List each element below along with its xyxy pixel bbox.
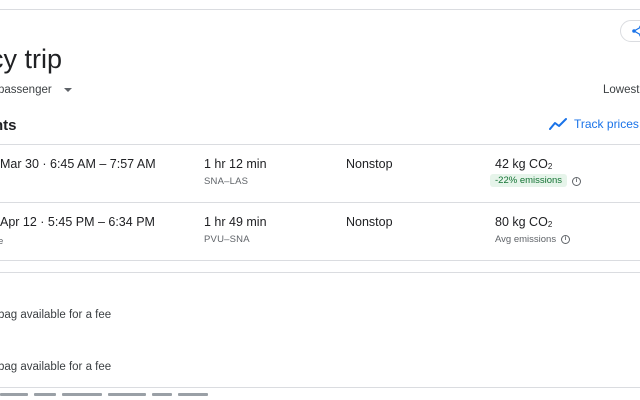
caret-down-icon — [63, 88, 72, 92]
share-icon — [632, 25, 640, 37]
cut-off-text-line — [0, 393, 220, 400]
co2-value: 80 kg CO2 — [495, 215, 552, 229]
flight-airline-fragment: e — [0, 236, 4, 247]
co2-subscript: 2 — [547, 220, 553, 229]
top-divider — [0, 9, 640, 10]
co2-value: 42 kg CO2 — [495, 157, 552, 171]
flight-row-return[interactable]: Apr 12 · 5:45 PM – 6:34 PM e 1 hr 49 min… — [0, 203, 640, 260]
section-title: nts — [0, 117, 17, 134]
section-divider — [0, 272, 640, 273]
passenger-label: passenger — [0, 84, 52, 96]
flight-stops: Nonstop — [346, 215, 393, 229]
emissions-badge: -22% emissions — [490, 174, 568, 187]
flight-duration: 1 hr 12 min — [204, 157, 267, 171]
info-icon[interactable]: i — [561, 235, 570, 244]
section-divider — [0, 387, 640, 388]
flight-route: SNA–LAS — [204, 176, 249, 187]
flight-route: PVU–SNA — [204, 234, 250, 245]
co2-amount: 80 kg CO — [495, 215, 548, 229]
passenger-selector[interactable]: passenger — [0, 84, 72, 96]
co2-amount: 42 kg CO — [495, 157, 548, 171]
co2-subscript: 2 — [547, 162, 553, 171]
emissions-label: Avg emissions — [495, 234, 557, 245]
flight-row-outbound[interactable]: Mar 30 · 6:45 AM – 7:57 AM 1 hr 12 min S… — [0, 145, 640, 202]
share-button[interactable] — [620, 20, 640, 42]
baggage-info: bag available for a fee — [0, 309, 112, 321]
flight-times: Mar 30 · 6:45 AM – 7:57 AM — [0, 157, 156, 171]
flight-times: Apr 12 · 5:45 PM – 6:34 PM — [0, 215, 155, 229]
trend-line-icon — [549, 118, 567, 130]
flight-stops: Nonstop — [346, 157, 393, 171]
row-divider — [0, 260, 640, 261]
sort-selector[interactable]: Lowest — [603, 84, 639, 96]
track-prices-label: Track prices — [574, 117, 639, 131]
page-title: cy trip — [0, 44, 63, 74]
info-icon[interactable]: i — [572, 177, 581, 186]
baggage-info: bag available for a fee — [0, 361, 112, 373]
flight-duration: 1 hr 49 min — [204, 215, 267, 229]
track-prices-button[interactable]: Track prices — [549, 117, 639, 131]
